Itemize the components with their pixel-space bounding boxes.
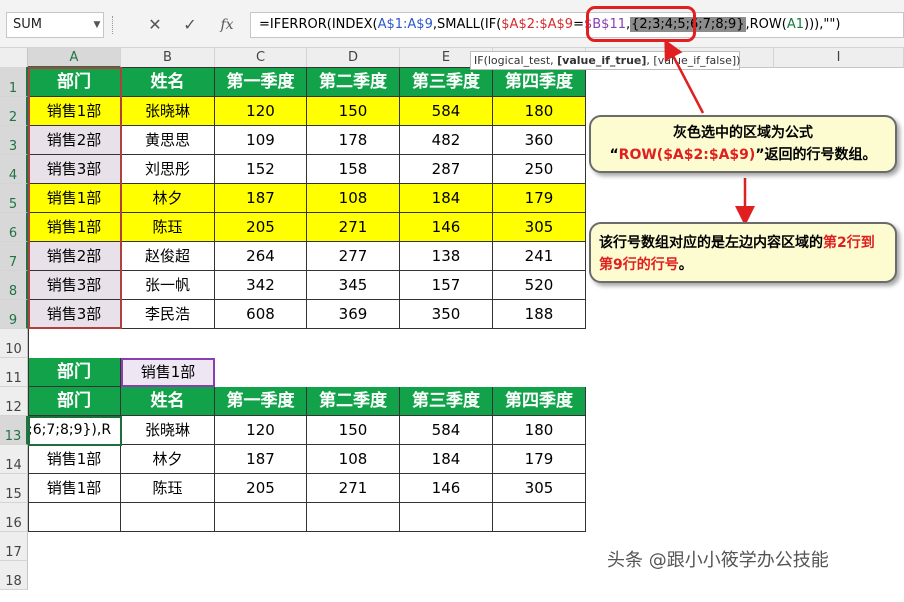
watermark: 头条 @跟小小筱学办公技能 <box>607 550 829 571</box>
callout-row-numbers: 该行号数组对应的是左边内容区域的第2行到第9行的行号。 <box>589 222 897 283</box>
callout-row-array: 灰色选中的区域为公式 “ROW($A$2:$A$9)”返回的行号数组。 <box>589 115 897 173</box>
annotation-arrows <box>664 39 755 226</box>
arrow-up-icon <box>664 39 705 114</box>
